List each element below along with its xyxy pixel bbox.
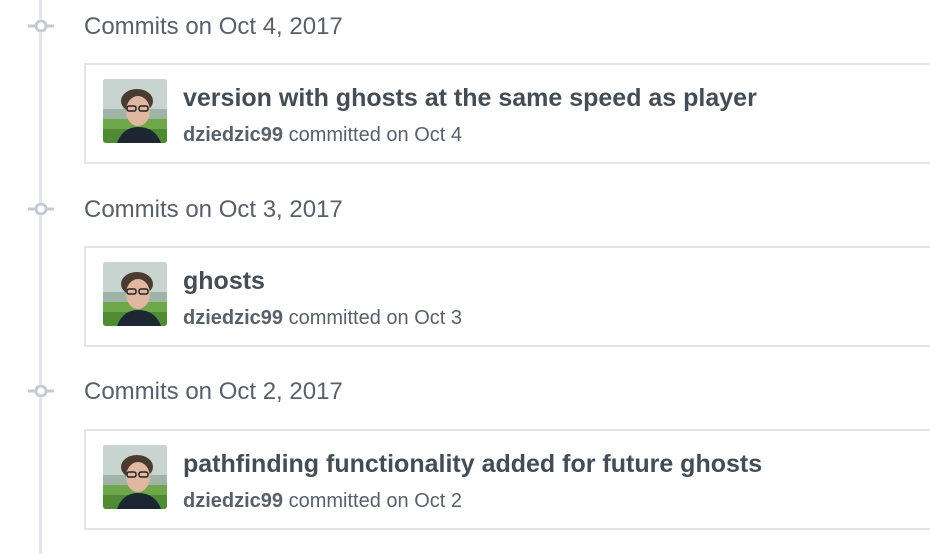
commit-message-link[interactable]: ghosts [183, 266, 265, 296]
commit-message-link[interactable]: version with ghosts at the same speed as… [183, 83, 757, 113]
commit-group-heading: Commits on Oct 4, 2017 [0, 13, 930, 43]
git-commit-icon [28, 19, 54, 33]
commit-group: Commits on Oct 3, 2017 ghosts dziedzic99… [0, 196, 930, 347]
commits-timeline: Commits on Oct 4, 2017 version with ghos… [0, 0, 930, 554]
avatar[interactable] [103, 79, 167, 143]
commit-group: Commits on Oct 4, 2017 version with ghos… [0, 13, 930, 164]
commit-group-heading: Commits on Oct 2, 2017 [0, 378, 930, 408]
avatar[interactable] [103, 445, 167, 509]
commit-group-date: Commits on Oct 4, 2017 [84, 13, 343, 40]
commit-action-text: committed on [288, 124, 409, 146]
commit-action-text: committed on [288, 490, 409, 512]
commit-author-link[interactable]: dziedzic99 [183, 490, 283, 512]
commit-meta: dziedzic99 committed on Oct 4 [183, 123, 462, 147]
avatar[interactable] [103, 262, 167, 326]
commit-author-link[interactable]: dziedzic99 [183, 307, 283, 329]
commit-group-date: Commits on Oct 3, 2017 [84, 196, 343, 223]
commit-author-link[interactable]: dziedzic99 [183, 124, 283, 146]
commit-meta: dziedzic99 committed on Oct 2 [183, 489, 462, 513]
git-commit-icon [28, 202, 54, 216]
timeline-line [39, 0, 42, 554]
commit-message-link[interactable]: pathfinding functionality added for futu… [183, 449, 762, 479]
commit-action-text: committed on [288, 307, 409, 329]
commit-group-date: Commits on Oct 2, 2017 [84, 378, 343, 405]
commit-item: pathfinding functionality added for futu… [84, 429, 930, 530]
commit-date: Oct 3 [414, 307, 463, 329]
commit-item: version with ghosts at the same speed as… [84, 63, 930, 164]
commit-date: Oct 4 [414, 124, 463, 146]
commit-group-heading: Commits on Oct 3, 2017 [0, 196, 930, 226]
git-commit-icon [28, 384, 54, 398]
commit-date: Oct 2 [414, 490, 463, 512]
commit-meta: dziedzic99 committed on Oct 3 [183, 306, 462, 330]
commit-item: ghosts dziedzic99 committed on Oct 3 [84, 246, 930, 347]
commit-group: Commits on Oct 2, 2017 pathfinding funct… [0, 378, 930, 530]
